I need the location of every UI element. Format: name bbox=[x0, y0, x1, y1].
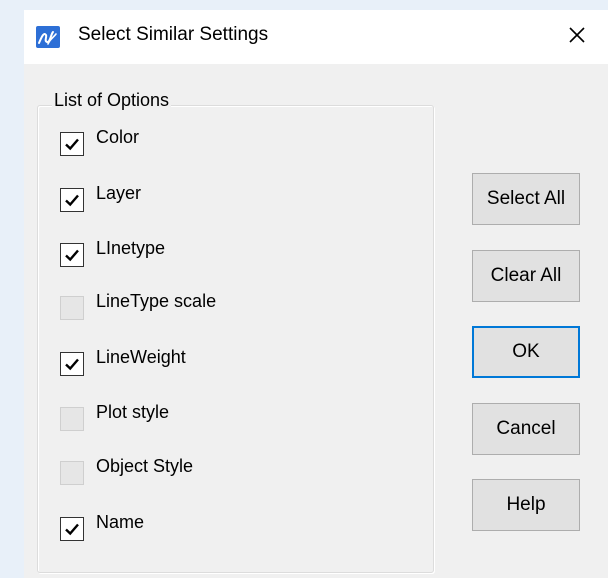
group-legend: List of Options bbox=[52, 90, 172, 111]
checkbox-checked[interactable] bbox=[60, 188, 84, 212]
app-logo-icon bbox=[36, 26, 60, 48]
help-button[interactable]: Help bbox=[472, 479, 580, 531]
option-lineweight[interactable]: LineWeight bbox=[60, 347, 186, 377]
checkbox-checked[interactable] bbox=[60, 352, 84, 376]
checkbox-checked[interactable] bbox=[60, 517, 84, 541]
option-label: Color bbox=[96, 126, 140, 147]
option-name[interactable]: Name bbox=[60, 512, 144, 542]
option-linetype[interactable]: LInetype bbox=[60, 238, 165, 268]
select-similar-settings-dialog: Select Similar Settings List of Options … bbox=[24, 10, 608, 578]
option-label: Name bbox=[96, 511, 145, 532]
checkbox-unchecked[interactable] bbox=[60, 407, 84, 431]
list-of-options-group bbox=[37, 105, 434, 573]
close-icon bbox=[568, 26, 586, 49]
select-all-button[interactable]: Select All bbox=[472, 173, 580, 225]
option-label: LineType scale bbox=[96, 290, 217, 311]
option-layer[interactable]: Layer bbox=[60, 183, 141, 213]
option-plot-style[interactable]: Plot style bbox=[60, 402, 169, 432]
option-label: Object Style bbox=[96, 455, 194, 476]
option-label: Plot style bbox=[96, 401, 170, 422]
close-button[interactable] bbox=[554, 14, 600, 60]
ok-button[interactable]: OK bbox=[472, 326, 580, 378]
cancel-button[interactable]: Cancel bbox=[472, 403, 580, 455]
clear-all-button[interactable]: Clear All bbox=[472, 250, 580, 302]
option-object-style[interactable]: Object Style bbox=[60, 456, 193, 486]
option-color[interactable]: Color bbox=[60, 127, 139, 157]
option-label: LInetype bbox=[96, 237, 166, 258]
title-bar[interactable]: Select Similar Settings bbox=[24, 10, 608, 64]
checkbox-unchecked[interactable] bbox=[60, 461, 84, 485]
checkbox-checked[interactable] bbox=[60, 243, 84, 267]
option-label: LineWeight bbox=[96, 346, 186, 367]
dialog-title: Select Similar Settings bbox=[78, 24, 269, 45]
checkbox-unchecked[interactable] bbox=[60, 296, 84, 320]
option-linetype-scale[interactable]: LineType scale bbox=[60, 291, 216, 321]
checkbox-checked[interactable] bbox=[60, 132, 84, 156]
option-label: Layer bbox=[96, 182, 142, 203]
